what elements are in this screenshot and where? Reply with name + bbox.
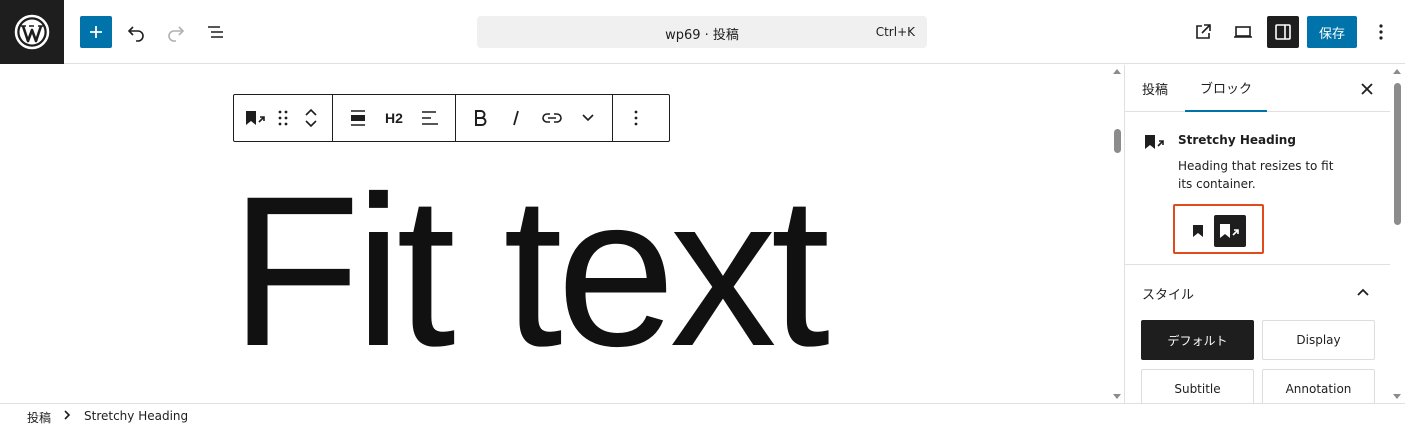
- style-option-display[interactable]: Display: [1262, 320, 1375, 360]
- move-block-button[interactable]: [296, 95, 326, 141]
- block-card-icon-wrap: [1143, 133, 1167, 155]
- styles-panel-title: スタイル: [1142, 288, 1195, 303]
- save-button[interactable]: 保存: [1307, 16, 1357, 48]
- italic-icon: [513, 110, 519, 126]
- stretchy-heading-icon: [246, 111, 265, 125]
- style-option-annotation[interactable]: Annotation: [1262, 369, 1375, 403]
- chevron-up-icon: [1357, 288, 1369, 296]
- external-link-icon: [1196, 24, 1211, 39]
- variation-heading-button[interactable]: [1182, 215, 1214, 247]
- more-formats-button[interactable]: [570, 95, 606, 141]
- variation-stretchy-heading-button[interactable]: [1214, 215, 1246, 247]
- heading-level-button[interactable]: H2: [377, 95, 411, 141]
- scroll-up-arrow[interactable]: [1393, 69, 1401, 74]
- editor-canvas: H2 Fit text: [0, 65, 1110, 403]
- settings-sidebar-toggle[interactable]: [1267, 16, 1299, 48]
- bookmark-icon: [1193, 225, 1203, 237]
- add-block-button[interactable]: [80, 16, 112, 48]
- close-sidebar-button[interactable]: [1355, 77, 1379, 101]
- breadcrumb-item-block[interactable]: Stretchy Heading: [84, 409, 188, 423]
- chevron-right-icon: [63, 408, 71, 425]
- scroll-down-arrow[interactable]: [1113, 394, 1121, 399]
- document-overview-button[interactable]: [200, 16, 232, 48]
- text-align-button[interactable]: [411, 95, 449, 141]
- sidebar-icon: [1275, 24, 1291, 40]
- bold-icon: [475, 110, 487, 126]
- stretchy-heading-block[interactable]: Fit text: [230, 165, 830, 379]
- collapse-styles-button[interactable]: [1351, 280, 1375, 304]
- plus-icon: [90, 26, 102, 38]
- more-vertical-icon: [1379, 24, 1383, 40]
- sidebar-scrollbar[interactable]: [1390, 65, 1405, 403]
- toolbar-group-format: H2: [333, 95, 456, 141]
- wordpress-logo-button[interactable]: [0, 0, 64, 64]
- redo-icon: [168, 26, 185, 42]
- scrollbar-thumb[interactable]: [1114, 129, 1121, 153]
- block-toolbar: H2: [233, 94, 670, 142]
- wordpress-icon: [14, 14, 50, 50]
- link-button[interactable]: [534, 95, 570, 141]
- device-preview-button[interactable]: [1227, 16, 1259, 48]
- toolbar-group-options: [613, 95, 659, 141]
- desktop-icon: [1234, 26, 1252, 38]
- drag-handle-icon: [278, 110, 288, 126]
- style-option-default[interactable]: デフォルト: [1141, 320, 1254, 360]
- undo-icon: [127, 26, 144, 42]
- block-card-title: Stretchy Heading: [1178, 133, 1296, 147]
- breadcrumb: 投稿 Stretchy Heading: [0, 403, 1405, 428]
- list-view-icon: [208, 26, 223, 38]
- block-card: Stretchy Heading Heading that resizes to…: [1125, 113, 1391, 265]
- align-left-icon: [422, 111, 438, 125]
- document-title: wp69 · 投稿: [665, 28, 739, 43]
- canvas-scrollbar[interactable]: [1110, 65, 1124, 403]
- more-vertical-icon: [634, 110, 638, 126]
- block-variation-switcher: [1173, 204, 1264, 254]
- settings-sidebar: 投稿 ブロック Stretchy Heading Heading that re…: [1124, 65, 1405, 403]
- bold-button[interactable]: [462, 95, 498, 141]
- style-option-subtitle[interactable]: Subtitle: [1141, 369, 1254, 403]
- align-wide-icon: [351, 110, 365, 126]
- chevron-up-icon: [305, 108, 317, 116]
- scrollbar-thumb[interactable]: [1394, 83, 1401, 225]
- view-post-button[interactable]: [1187, 16, 1219, 48]
- command-shortcut: Ctrl+K: [875, 25, 915, 39]
- block-type-button[interactable]: [240, 95, 270, 141]
- scroll-down-arrow[interactable]: [1393, 394, 1401, 399]
- command-palette-bar[interactable]: wp69 · 投稿 Ctrl+K: [477, 16, 927, 48]
- undo-button[interactable]: [120, 16, 152, 48]
- stretchy-heading-icon: [1220, 224, 1239, 238]
- italic-button[interactable]: [498, 95, 534, 141]
- sidebar-tabs: 投稿 ブロック: [1125, 65, 1391, 112]
- redo-button[interactable]: [160, 16, 192, 48]
- scroll-up-arrow[interactable]: [1113, 69, 1121, 74]
- heading-level-label: H2: [385, 110, 403, 126]
- stretchy-heading-icon: [1145, 135, 1164, 149]
- block-options-button[interactable]: [621, 95, 651, 141]
- block-card-description: Heading that resizes to fit its containe…: [1178, 159, 1334, 191]
- options-menu-button[interactable]: [1365, 16, 1397, 48]
- editor-header: wp69 · 投稿 Ctrl+K 保存: [0, 0, 1405, 64]
- toolbar-group-inline: [456, 95, 613, 141]
- chevron-down-icon: [305, 120, 317, 128]
- close-icon: [1361, 83, 1373, 95]
- link-icon: [542, 113, 562, 123]
- tab-post[interactable]: 投稿: [1142, 65, 1168, 112]
- tab-block[interactable]: ブロック: [1185, 65, 1267, 112]
- styles-panel-header[interactable]: スタイル: [1125, 266, 1391, 316]
- drag-handle[interactable]: [270, 95, 296, 141]
- chevron-down-icon: [582, 114, 594, 122]
- toolbar-group-block: [234, 95, 333, 141]
- breadcrumb-item-post[interactable]: 投稿: [27, 409, 51, 426]
- align-wide-button[interactable]: [339, 95, 377, 141]
